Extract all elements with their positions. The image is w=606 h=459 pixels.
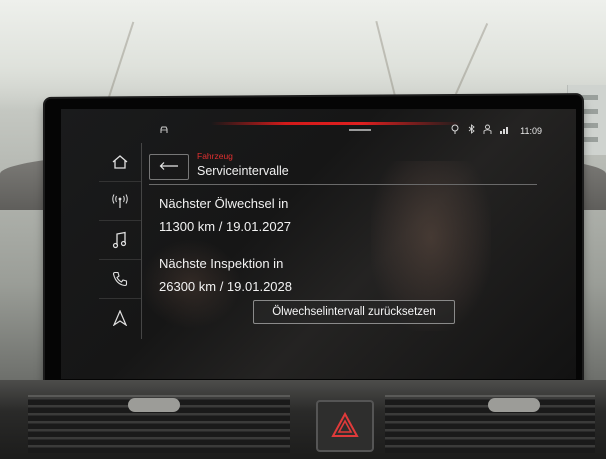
page-header: Fahrzeug Serviceintervalle [149, 148, 537, 185]
inspection-value: 26300 km / 19.01.2028 [159, 279, 292, 294]
radio-antenna-icon [112, 194, 128, 208]
pull-down-handle[interactable] [349, 129, 371, 131]
sidebar-item-radio[interactable] [99, 182, 141, 221]
sidebar-item-navigation[interactable] [99, 299, 141, 337]
window-background [0, 0, 606, 110]
vent-knob-left[interactable] [128, 398, 180, 412]
status-icons: 11:09 [450, 124, 542, 137]
oil-change-info: Nächster Ölwechsel in 11300 km / 19.01.2… [159, 195, 291, 236]
back-arrow-icon [159, 162, 178, 170]
music-note-icon [112, 231, 127, 249]
sidebar-item-home[interactable] [99, 143, 141, 182]
phone-icon [112, 271, 128, 287]
sidebar-item-media[interactable] [99, 221, 141, 260]
reset-oil-interval-button[interactable]: Ölwechselintervall zurücksetzen [253, 300, 455, 324]
status-bar: 11:09 [61, 109, 576, 137]
infotainment-screen: 11:09 Fahrzeug Serviceintervalle Nächste… [61, 109, 576, 379]
hazard-triangle-icon [331, 412, 359, 437]
page-title: Serviceintervalle [197, 164, 289, 178]
signal-icon [500, 124, 510, 137]
oil-change-value: 11300 km / 19.01.2027 [159, 219, 292, 234]
clock: 11:09 [520, 125, 542, 136]
inspection-label: Nächste Inspektion in [159, 256, 284, 271]
hazard-button[interactable] [316, 400, 374, 452]
sidebar-item-phone[interactable] [99, 260, 141, 299]
vent-knob-right[interactable] [488, 398, 540, 412]
inspection-info: Nächste Inspektion in 26300 km / 19.01.2… [159, 255, 292, 296]
breadcrumb[interactable]: Fahrzeug [197, 151, 233, 161]
bluetooth-icon [468, 124, 475, 137]
home-icon [112, 155, 128, 169]
navigation-arrow-icon [113, 310, 127, 326]
car-icon [160, 126, 168, 133]
accent-glow [211, 122, 461, 125]
sidebar [99, 143, 142, 339]
back-button[interactable] [149, 154, 189, 180]
navigation-warning-icon [450, 124, 460, 137]
oil-change-label: Nächster Ölwechsel in [159, 196, 289, 211]
user-icon [483, 124, 492, 137]
